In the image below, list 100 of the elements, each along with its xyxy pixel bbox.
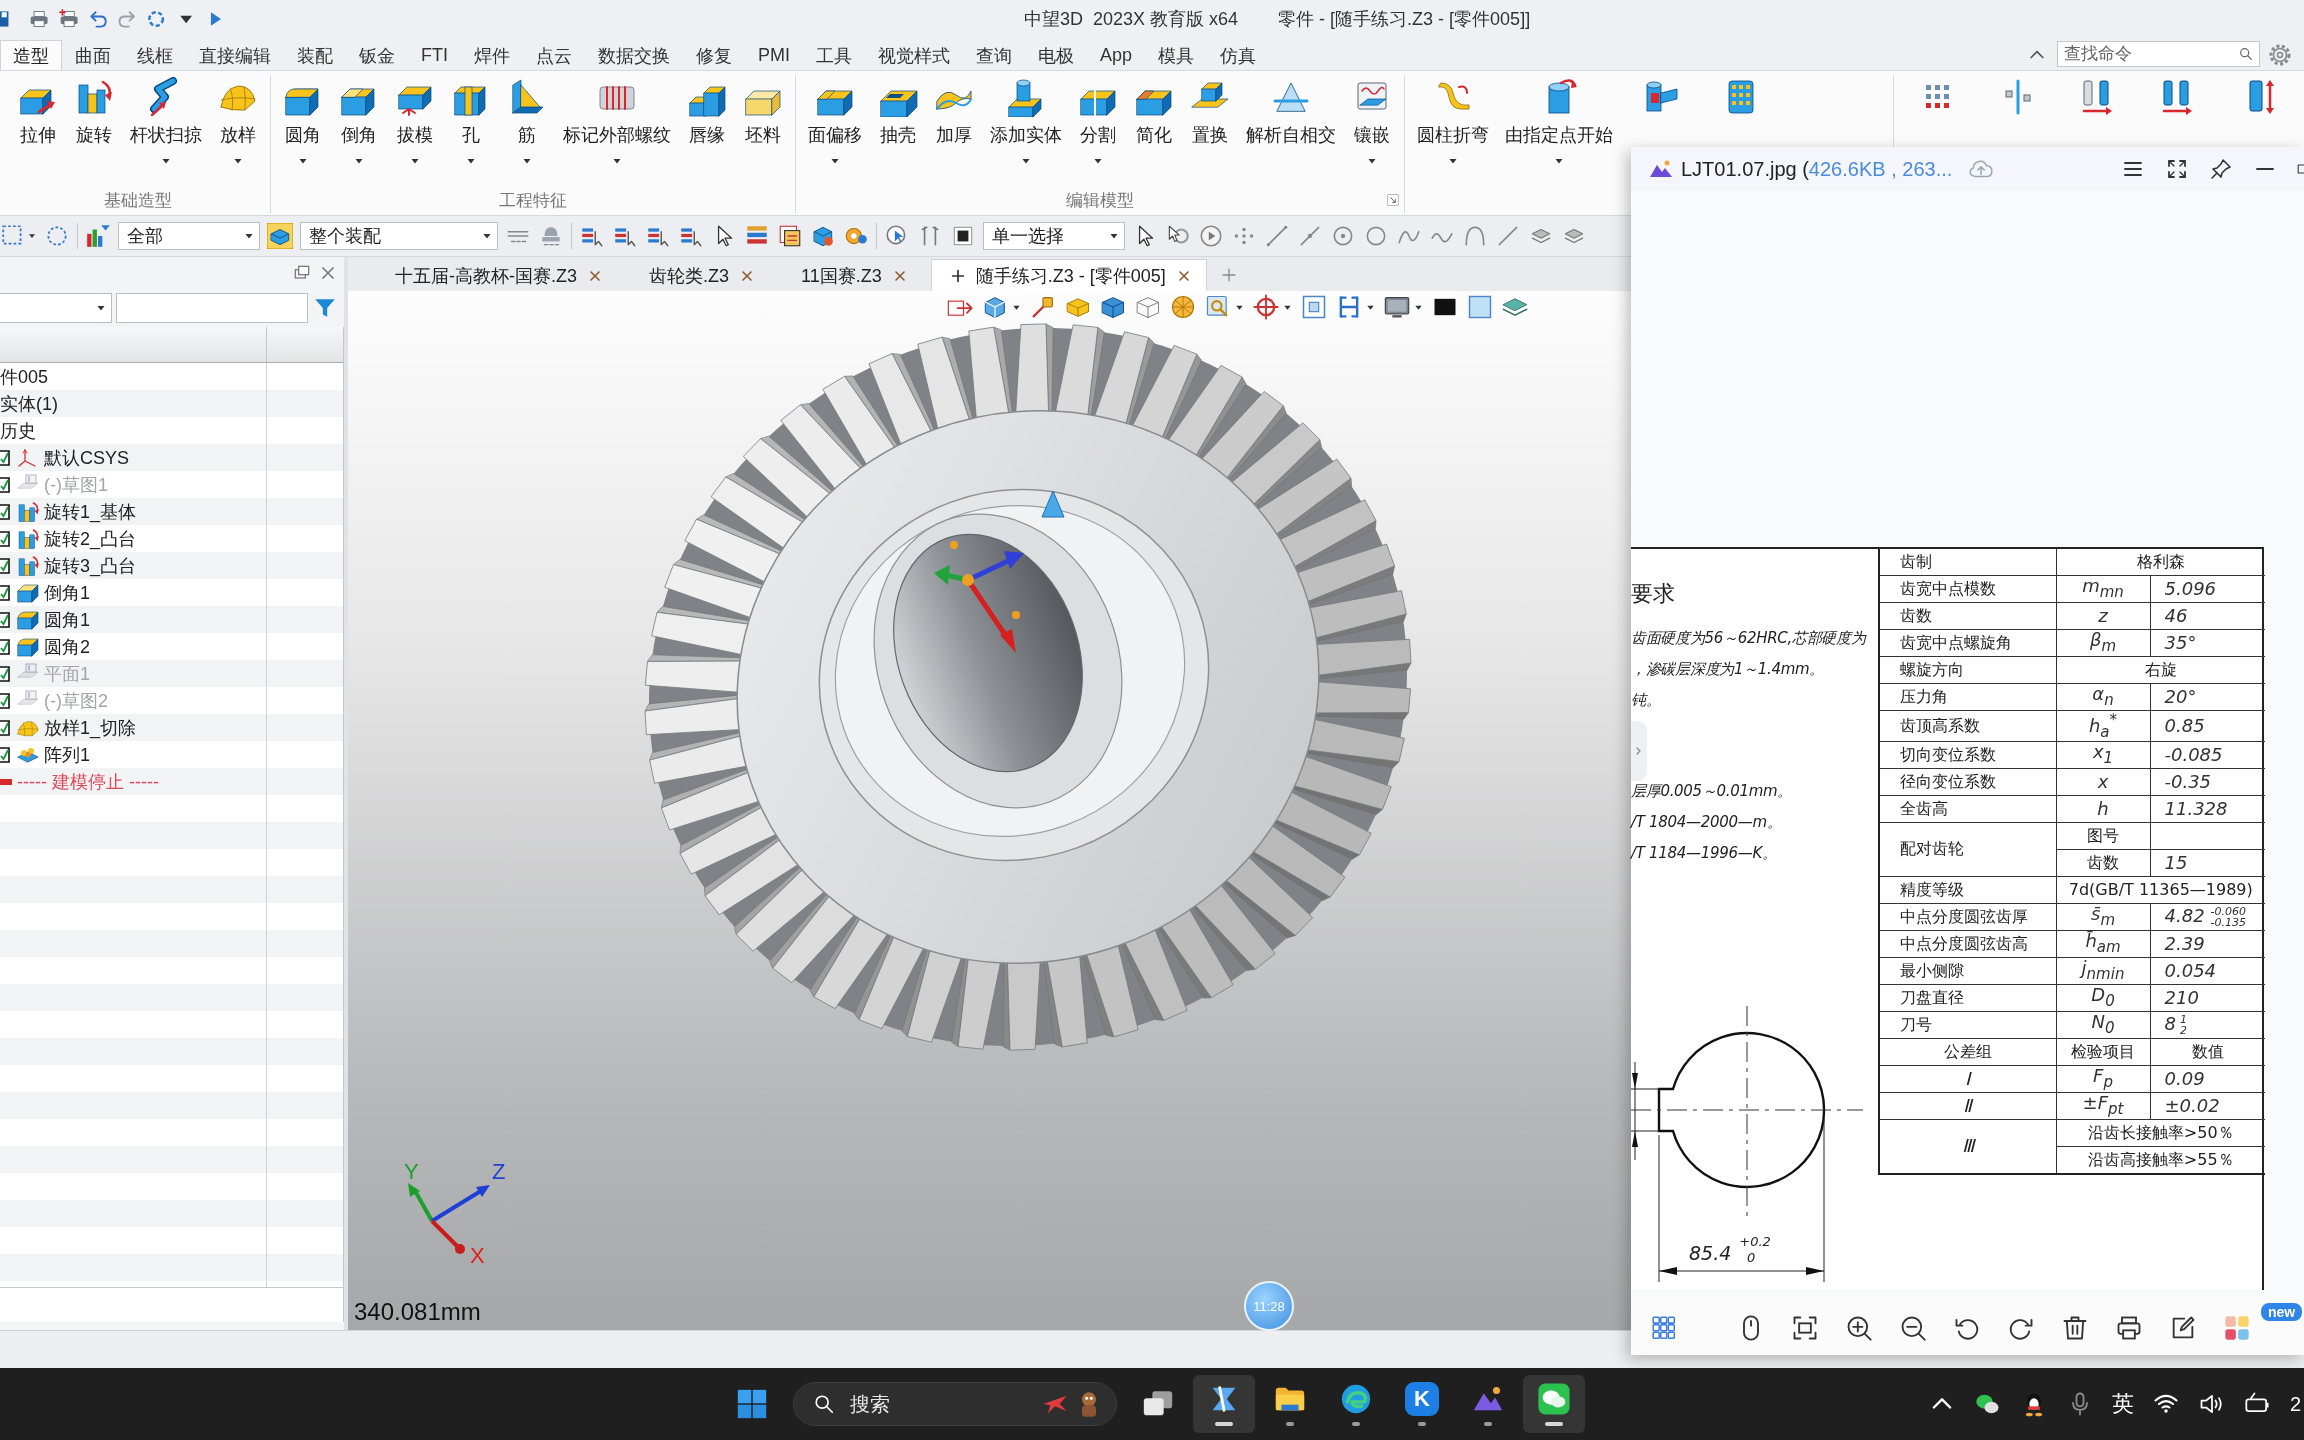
checkbox[interactable]: [0, 691, 10, 710]
pin-icon[interactable]: [2209, 157, 2233, 181]
menu-tab[interactable]: 造型: [0, 40, 62, 70]
ribbon-command-button[interactable]: 筋: [499, 75, 555, 167]
tree-item[interactable]: 旋转3_凸台: [44, 553, 137, 578]
tree-item[interactable]: 圆角2: [44, 634, 90, 659]
ribbon-command-button[interactable]: 镶嵌: [1344, 75, 1400, 167]
menu-tab[interactable]: 点云: [523, 40, 585, 70]
selection-dropdown[interactable]: 单一选择: [983, 222, 1125, 250]
checkbox[interactable]: [0, 475, 10, 494]
menu-tab[interactable]: 仿真: [1207, 40, 1270, 70]
color-swatch-icon[interactable]: [1466, 293, 1494, 321]
tree-item[interactable]: 旋转2_凸台: [44, 526, 137, 551]
filter-dropdown[interactable]: 全部: [118, 222, 260, 250]
checkbox[interactable]: [0, 448, 10, 467]
ribbon-command-button[interactable]: 放样: [210, 75, 266, 167]
checkbox[interactable]: [0, 583, 10, 602]
ribbon-command-button[interactable]: 分割: [1070, 75, 1126, 167]
taskbar-app-button[interactable]: [1193, 1375, 1255, 1433]
tree-search-field[interactable]: [116, 293, 308, 323]
ribbon-command-button[interactable]: 标记外部螺纹: [555, 75, 679, 167]
ribbon-command-button[interactable]: 唇缘: [679, 75, 735, 147]
ribbon-command-button[interactable]: 解析自相交: [1238, 75, 1344, 147]
command-search-field[interactable]: 查找命令: [2057, 41, 2260, 67]
menu-tab[interactable]: 钣金: [346, 40, 408, 70]
play-circle-icon[interactable]: [1198, 223, 1224, 249]
search-icon[interactable]: [2238, 46, 2254, 62]
tree-item[interactable]: 历史: [0, 417, 36, 444]
ribbon-command-button[interactable]: 旋转: [66, 75, 122, 147]
ribbon-command-button[interactable]: 抽壳: [870, 75, 926, 147]
ribbon-command-button[interactable]: 倒角: [331, 75, 387, 167]
checkbox[interactable]: [0, 529, 10, 548]
checkbox[interactable]: [0, 637, 10, 656]
dialog-launcher-icon[interactable]: [1386, 193, 1400, 207]
checkbox[interactable]: [0, 745, 10, 764]
ribbon-command-button[interactable]: 孔: [443, 75, 499, 167]
sphere-icon[interactable]: [1169, 293, 1197, 321]
assembly-filter-icon[interactable]: [267, 223, 293, 249]
document-tab[interactable]: 11国赛.Z3: [778, 259, 931, 291]
checkbox[interactable]: [0, 718, 10, 737]
input-method-indicator[interactable]: 英: [2112, 1389, 2134, 1419]
tree-item[interactable]: 圆角1: [44, 607, 90, 632]
tree-item[interactable]: 旋转1_基体: [44, 499, 137, 524]
cone-marker-icon[interactable]: [1041, 490, 1065, 518]
sheet-stack-icon[interactable]: [777, 223, 803, 249]
move-manipulator-icon[interactable]: [934, 541, 1024, 653]
menu-tab[interactable]: App: [1087, 40, 1146, 70]
menu-tab[interactable]: 修复: [683, 40, 745, 70]
menu-tab[interactable]: 工具: [803, 40, 865, 70]
ribbon-command-button[interactable]: 简化: [1126, 75, 1182, 147]
scope-dropdown[interactable]: 整个装配: [300, 222, 498, 250]
ribbon-command-button[interactable]: 置换: [1182, 75, 1238, 147]
document-tab[interactable]: 齿轮类.Z3: [626, 259, 778, 291]
grid-icon[interactable]: [1651, 1314, 1677, 1341]
ribbon-command-button[interactable]: 面偏移: [800, 75, 870, 167]
menu-tab[interactable]: 电极: [1025, 40, 1087, 70]
menu-tab[interactable]: FTI: [408, 40, 461, 70]
ribbon-command-button[interactable]: 由指定点开始: [1497, 75, 1621, 167]
clock-text[interactable]: 2: [2290, 1392, 2300, 1416]
tree-item[interactable]: 件005: [0, 363, 49, 390]
ribbon-command-button[interactable]: 杆状扫掠: [122, 75, 210, 167]
menu-tab[interactable]: 线框: [124, 40, 186, 70]
ribbon-command-button[interactable]: 圆角: [275, 75, 331, 167]
menu-tab[interactable]: PMI: [745, 40, 803, 70]
fullscreen-icon[interactable]: [2165, 157, 2189, 181]
checkbox[interactable]: [0, 610, 10, 629]
search-field[interactable]: 搜索: [793, 1382, 1117, 1426]
apps-icon[interactable]: [2223, 1313, 2251, 1342]
menu-tab[interactable]: 焊件: [461, 40, 523, 70]
menu-tab[interactable]: 查询: [963, 40, 1025, 70]
document-tab[interactable]: 十五届-高教杯-国赛.Z3: [372, 259, 626, 291]
document-tab[interactable]: 随手练习.Z3 - [零件005]: [930, 259, 1207, 291]
bar-chart-filter-icon[interactable]: [85, 223, 111, 249]
menu-tab[interactable]: 直接编辑: [186, 40, 284, 70]
checkbox[interactable]: [0, 502, 10, 521]
checkbox[interactable]: [0, 556, 10, 575]
target-icon[interactable]: [1252, 293, 1280, 321]
ribbon-command-button[interactable]: 坯料: [735, 75, 791, 147]
fit-frame-icon[interactable]: [1300, 293, 1328, 321]
menu-tab[interactable]: 视觉样式: [865, 40, 963, 70]
taskbar-app-button[interactable]: K: [1391, 1375, 1453, 1433]
menu-tab[interactable]: 模具: [1145, 40, 1208, 70]
tree-item[interactable]: 倒角1: [44, 580, 90, 605]
settings-icon[interactable]: [2268, 43, 2292, 67]
ribbon-command-button[interactable]: 添加实体: [982, 75, 1070, 167]
ribbon-command-button[interactable]: 拉伸: [10, 75, 66, 147]
ribbon-command-button[interactable]: 加厚: [926, 75, 982, 147]
ribbon-command-button[interactable]: 拔模: [387, 75, 443, 167]
tree-item[interactable]: 默认CSYS: [44, 445, 130, 470]
rollback-marker-text[interactable]: ----- 建模停止 -----: [17, 769, 159, 794]
tree-item[interactable]: 阵列1: [44, 742, 90, 767]
checkbox[interactable]: [0, 664, 10, 683]
tree-item[interactable]: 放样1_切除: [44, 715, 137, 740]
menu-tab[interactable]: 数据交换: [585, 40, 683, 70]
taskbar-app-button[interactable]: [1523, 1375, 1585, 1433]
line-icon[interactable]: [1264, 223, 1290, 249]
menu-tab[interactable]: 曲面: [62, 40, 124, 70]
tree-item[interactable]: 实体(1): [0, 390, 58, 417]
menu-tab[interactable]: 装配: [284, 40, 346, 70]
ribbon-command-button[interactable]: 圆柱折弯: [1409, 75, 1497, 167]
